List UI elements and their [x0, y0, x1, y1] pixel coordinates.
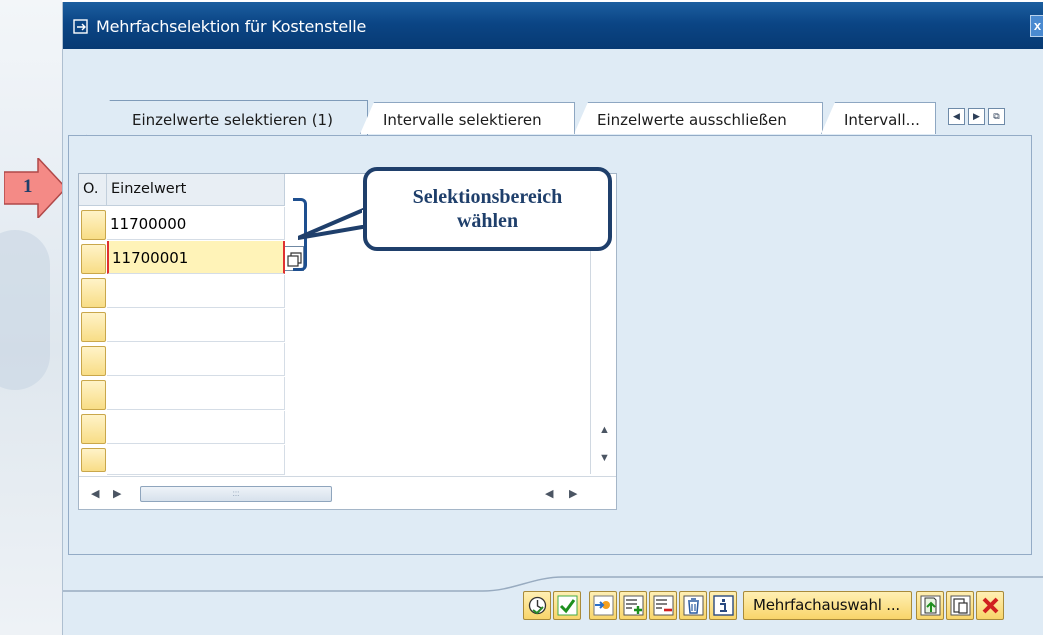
value-cell[interactable] — [107, 343, 285, 376]
window-title: Mehrfachselektion für Kostenstelle — [96, 17, 367, 36]
row-selector[interactable] — [81, 244, 106, 274]
annotation-callout: Selektionsbereich wählen — [363, 167, 612, 251]
scroll-up-icon[interactable]: ▲ — [599, 424, 610, 436]
callout-line-1: Selektionsbereich — [412, 186, 563, 208]
tab-label: Intervalle selektieren — [383, 111, 542, 129]
step-number: 1 — [23, 176, 33, 197]
value-cell-focused[interactable]: 11700001 — [107, 241, 285, 274]
import-icon — [593, 595, 614, 616]
info-button[interactable] — [709, 591, 737, 620]
column-header-o[interactable]: O. — [79, 174, 107, 206]
delete-all-button[interactable] — [679, 591, 707, 620]
scroll-right-icon[interactable]: ▶ — [569, 487, 577, 500]
value-cell[interactable]: 11700000 — [107, 207, 285, 240]
execute-button[interactable] — [523, 591, 551, 620]
tab-list-icon[interactable]: ⧉ — [988, 108, 1005, 125]
row-selector[interactable] — [81, 380, 106, 410]
dialog-icon — [73, 19, 88, 34]
close-button[interactable]: x — [1030, 15, 1043, 37]
row-selector[interactable] — [81, 414, 106, 444]
upload-button[interactable] — [916, 591, 944, 620]
scroll-left-icon[interactable]: ◀ — [948, 108, 965, 125]
title-bar: Mehrfachselektion für Kostenstelle x — [63, 2, 1043, 49]
row-selector[interactable] — [81, 448, 106, 472]
tab-einzelwerte-selektieren[interactable]: Einzelwerte selektieren (1) — [86, 100, 368, 136]
upload-icon — [920, 595, 941, 616]
value-cell[interactable] — [107, 275, 285, 308]
cancel-icon — [982, 597, 999, 614]
execute-icon — [528, 596, 547, 615]
row-selector[interactable] — [81, 278, 106, 308]
scroll-right-icon[interactable]: ▶ — [113, 487, 121, 500]
delete-line-icon — [653, 595, 674, 616]
step-arrow-icon — [4, 158, 67, 218]
clipboard-icon — [950, 595, 971, 616]
tab-content-panel: O. Einzelwert 11700000 11700001 ▲ ▼ ◀ ▶ … — [68, 135, 1032, 555]
cancel-button[interactable] — [976, 591, 1004, 620]
row-selector[interactable] — [81, 210, 106, 240]
value-cell[interactable] — [107, 411, 285, 444]
info-icon — [713, 595, 734, 616]
value-cell[interactable] — [107, 309, 285, 342]
column-header-einzelwert[interactable]: Einzelwert — [107, 174, 285, 206]
tab-intervalle-selektieren[interactable]: Intervalle selektieren — [360, 102, 575, 134]
delete-line-button[interactable] — [649, 591, 677, 620]
scroll-thumb[interactable]: ::: — [140, 486, 332, 502]
value-cell[interactable] — [107, 445, 285, 475]
multiple-selection-button[interactable]: Mehrfachauswahl ... — [743, 591, 912, 620]
tab-intervalle-ausschliessen[interactable]: Intervall... — [821, 102, 936, 134]
tab-label: Einzelwerte ausschließen — [597, 111, 787, 129]
scroll-left-icon[interactable]: ◀ — [91, 487, 99, 500]
insert-line-button[interactable] — [619, 591, 647, 620]
scroll-right-icon[interactable]: ▶ — [968, 108, 985, 125]
tab-strip: Einzelwerte selektieren (1) Intervalle s… — [63, 100, 1043, 136]
tab-label: Einzelwerte selektieren (1) — [132, 111, 333, 129]
clipboard-button[interactable] — [946, 591, 974, 620]
trash-icon — [683, 595, 704, 616]
scroll-left-icon[interactable]: ◀ — [545, 487, 553, 500]
value-cell[interactable] — [107, 377, 285, 410]
import-button[interactable] — [589, 591, 617, 620]
row-selector[interactable] — [81, 346, 106, 376]
desktop-background — [0, 0, 62, 635]
scroll-down-icon[interactable]: ▼ — [599, 452, 610, 464]
confirm-button[interactable] — [553, 591, 581, 620]
dialog-window: Mehrfachselektion für Kostenstelle x Ein… — [62, 2, 1043, 635]
tab-label: Intervall... — [844, 111, 920, 129]
insert-line-icon — [623, 595, 644, 616]
tab-einzelwerte-ausschliessen[interactable]: Einzelwerte ausschließen — [574, 102, 823, 134]
horizontal-scrollbar[interactable]: ◀ ▶ ::: ◀ ▶ — [79, 476, 616, 509]
callout-line-2: wählen — [456, 210, 519, 232]
check-icon — [557, 595, 578, 616]
row-selector[interactable] — [81, 312, 106, 342]
